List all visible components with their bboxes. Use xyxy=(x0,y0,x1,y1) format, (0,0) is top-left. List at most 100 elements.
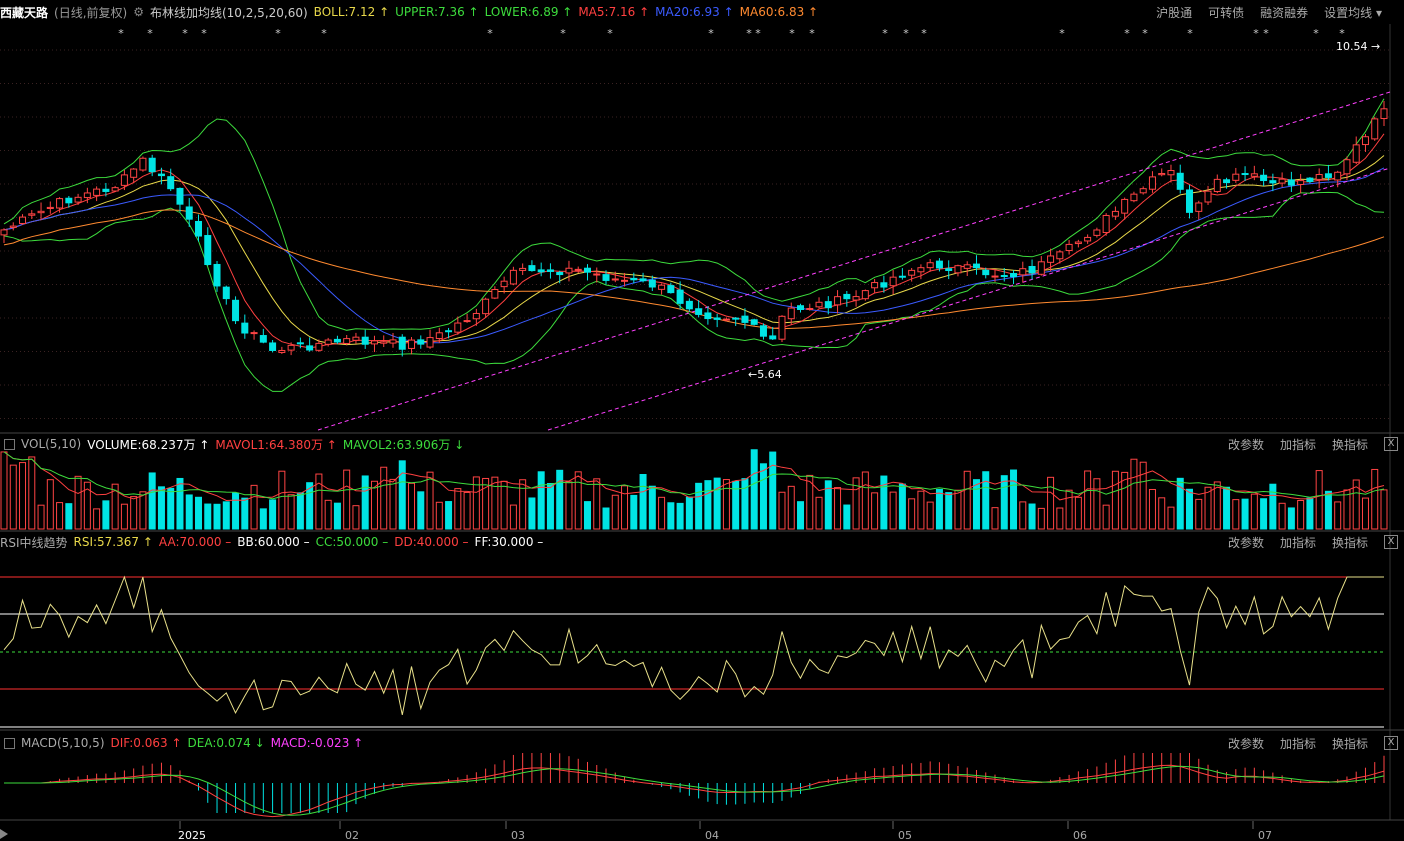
volume-bar xyxy=(1065,489,1073,530)
volume-bar xyxy=(917,490,925,530)
event-marker: * xyxy=(201,27,207,40)
vol-switch-indicator-link[interactable]: 换指标 xyxy=(1332,436,1368,453)
candle-body xyxy=(296,342,304,345)
volume-bar xyxy=(324,499,332,530)
macd-add-indicator-link[interactable]: 加指标 xyxy=(1280,735,1316,752)
candle-body xyxy=(741,315,749,323)
volume-bar xyxy=(1334,501,1342,530)
candle-body xyxy=(963,264,971,269)
candle-body xyxy=(250,332,258,335)
candle-body xyxy=(0,229,8,236)
volume-bar xyxy=(130,496,138,530)
candle-body xyxy=(241,322,249,334)
event-marker: * xyxy=(789,27,795,40)
volume-bar xyxy=(528,497,536,530)
volume-bar xyxy=(685,496,693,530)
macd-edit-params-link[interactable]: 改参数 xyxy=(1228,735,1264,752)
volume-bar xyxy=(815,496,823,530)
candle-body xyxy=(565,267,573,274)
candle-body xyxy=(1195,202,1203,212)
candle-body xyxy=(269,342,277,351)
candle-body xyxy=(926,262,934,269)
candle-body xyxy=(194,220,202,237)
candle-body xyxy=(204,235,212,265)
vol-title[interactable]: VOL(5,10) xyxy=(21,437,81,451)
candle-body xyxy=(1380,108,1388,120)
candle-body xyxy=(676,289,684,304)
volume-bar xyxy=(1260,498,1268,530)
event-marker: * xyxy=(118,27,124,40)
candle-body xyxy=(1084,236,1092,242)
rsi-switch-indicator-link[interactable]: 换指标 xyxy=(1332,534,1368,551)
volume-bar xyxy=(834,487,842,530)
close-icon[interactable]: X xyxy=(1384,736,1398,750)
candle-body xyxy=(19,216,27,224)
volume-bar xyxy=(750,449,758,530)
volume-bar xyxy=(1343,489,1351,530)
collapse-icon[interactable] xyxy=(4,737,15,749)
candle-body xyxy=(713,317,721,320)
candle-body xyxy=(1037,261,1045,275)
rsi-title[interactable]: RSI中线趋势 xyxy=(0,534,68,551)
candle-body xyxy=(102,188,110,192)
volume-bar xyxy=(148,472,156,530)
candle-body xyxy=(1158,173,1166,176)
candle-body xyxy=(1343,159,1351,175)
candle-body xyxy=(528,265,536,272)
dd-value: DD:40.000 – xyxy=(394,535,469,549)
collapse-icon[interactable] xyxy=(4,438,15,450)
candle-body xyxy=(370,340,378,345)
event-marker: * xyxy=(882,27,888,40)
vol-panel-header: VOL(5,10) VOLUME:68.237万 ↑ MAVOL1:64.380… xyxy=(0,435,1404,453)
event-marker: * xyxy=(1339,27,1345,40)
candle-body xyxy=(509,269,517,285)
event-marker: * xyxy=(755,27,761,40)
candle-body xyxy=(843,293,851,300)
candle-body xyxy=(972,263,980,269)
volume-bar xyxy=(120,503,128,530)
cc-value: CC:50.000 – xyxy=(315,535,389,549)
event-marker: * xyxy=(607,27,613,40)
volume-bar xyxy=(639,474,647,530)
candle-body xyxy=(1102,214,1110,234)
candle-body xyxy=(630,277,638,281)
volume-bar xyxy=(1195,498,1203,530)
candle-body xyxy=(139,157,147,171)
macd-switch-indicator-link[interactable]: 换指标 xyxy=(1332,735,1368,752)
candle-body xyxy=(93,188,101,196)
volume-bar xyxy=(871,492,879,530)
candle-body xyxy=(9,225,17,228)
candle-body xyxy=(583,267,591,273)
volume-bar xyxy=(491,476,499,530)
close-icon[interactable]: X xyxy=(1384,535,1398,549)
candle-body xyxy=(1186,189,1194,213)
macd-panel-links: 改参数 加指标 换指标 X xyxy=(1220,734,1404,752)
candle-body xyxy=(1223,179,1231,184)
volume-bar xyxy=(1000,475,1008,530)
event-marker: * xyxy=(1187,27,1193,40)
volume-bar xyxy=(1361,497,1369,530)
candle-body xyxy=(546,269,554,272)
candle-body xyxy=(1047,255,1055,263)
candle-body xyxy=(1306,177,1314,183)
candle-body xyxy=(83,192,91,199)
volume-bar xyxy=(445,501,453,530)
volume-bar xyxy=(56,502,64,530)
rsi-add-indicator-link[interactable]: 加指标 xyxy=(1280,534,1316,551)
bb-value: BB:60.000 – xyxy=(237,535,310,549)
rsi-panel-links: 改参数 加指标 换指标 X xyxy=(1220,533,1404,551)
rsi-edit-params-link[interactable]: 改参数 xyxy=(1228,534,1264,551)
candle-body xyxy=(519,267,527,271)
candle-body xyxy=(361,336,369,345)
vol-edit-params-link[interactable]: 改参数 xyxy=(1228,436,1264,453)
close-icon[interactable]: X xyxy=(1384,437,1398,451)
candle-body xyxy=(1315,174,1323,180)
vol-add-indicator-link[interactable]: 加指标 xyxy=(1280,436,1316,453)
mavol2-value: MAVOL2:63.906万 ↓ xyxy=(342,437,465,452)
candle-body xyxy=(1167,170,1175,176)
candle-body xyxy=(722,318,730,321)
volume-bar xyxy=(333,502,341,530)
macd-title[interactable]: MACD(5,10,5) xyxy=(21,736,105,750)
volume-bar xyxy=(1102,504,1110,530)
stock-chart[interactable]: * * * * * * * * * * * * * * * * * * * * * * * * *10.54 →←5.64202… xyxy=(0,0,1404,841)
